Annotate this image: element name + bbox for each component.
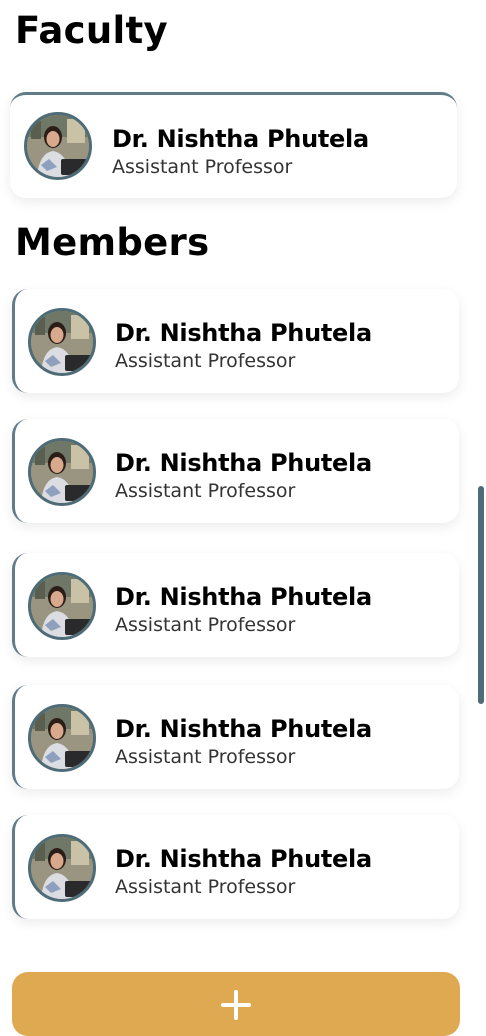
- faculty-section-title: Faculty: [15, 9, 168, 52]
- member-name: Dr. Nishtha Phutela: [115, 319, 372, 347]
- add-member-button[interactable]: [12, 972, 460, 1036]
- avatar: [28, 572, 96, 640]
- members-section-title: Members: [15, 221, 210, 264]
- member-name: Dr. Nishtha Phutela: [115, 715, 372, 743]
- member-name: Dr. Nishtha Phutela: [115, 845, 372, 873]
- profile-photo: [31, 441, 93, 503]
- avatar: [28, 704, 96, 772]
- member-name: Dr. Nishtha Phutela: [115, 583, 372, 611]
- faculty-name: Dr. Nishtha Phutela: [112, 125, 369, 153]
- member-card[interactable]: Dr. Nishtha Phutela Assistant Professor: [12, 553, 459, 657]
- avatar: [28, 308, 96, 376]
- faculty-role: Assistant Professor: [112, 156, 293, 178]
- member-role: Assistant Professor: [115, 350, 296, 372]
- profile-photo: [31, 311, 93, 373]
- scrollbar[interactable]: [478, 486, 484, 704]
- member-card[interactable]: Dr. Nishtha Phutela Assistant Professor: [12, 685, 459, 789]
- profile-photo: [31, 707, 93, 769]
- member-role: Assistant Professor: [115, 614, 296, 636]
- member-role: Assistant Professor: [115, 876, 296, 898]
- plus-icon: [221, 990, 251, 1020]
- avatar: [28, 438, 96, 506]
- member-card[interactable]: Dr. Nishtha Phutela Assistant Professor: [12, 815, 459, 919]
- member-card[interactable]: Dr. Nishtha Phutela Assistant Professor: [12, 289, 459, 393]
- member-card[interactable]: Dr. Nishtha Phutela Assistant Professor: [12, 419, 459, 523]
- member-role: Assistant Professor: [115, 746, 296, 768]
- faculty-card[interactable]: Dr. Nishtha Phutela Assistant Professor: [10, 92, 457, 198]
- avatar: [24, 112, 92, 180]
- profile-photo: [27, 115, 89, 177]
- avatar: [28, 834, 96, 902]
- member-role: Assistant Professor: [115, 480, 296, 502]
- profile-photo: [31, 837, 93, 899]
- profile-photo: [31, 575, 93, 637]
- member-name: Dr. Nishtha Phutela: [115, 449, 372, 477]
